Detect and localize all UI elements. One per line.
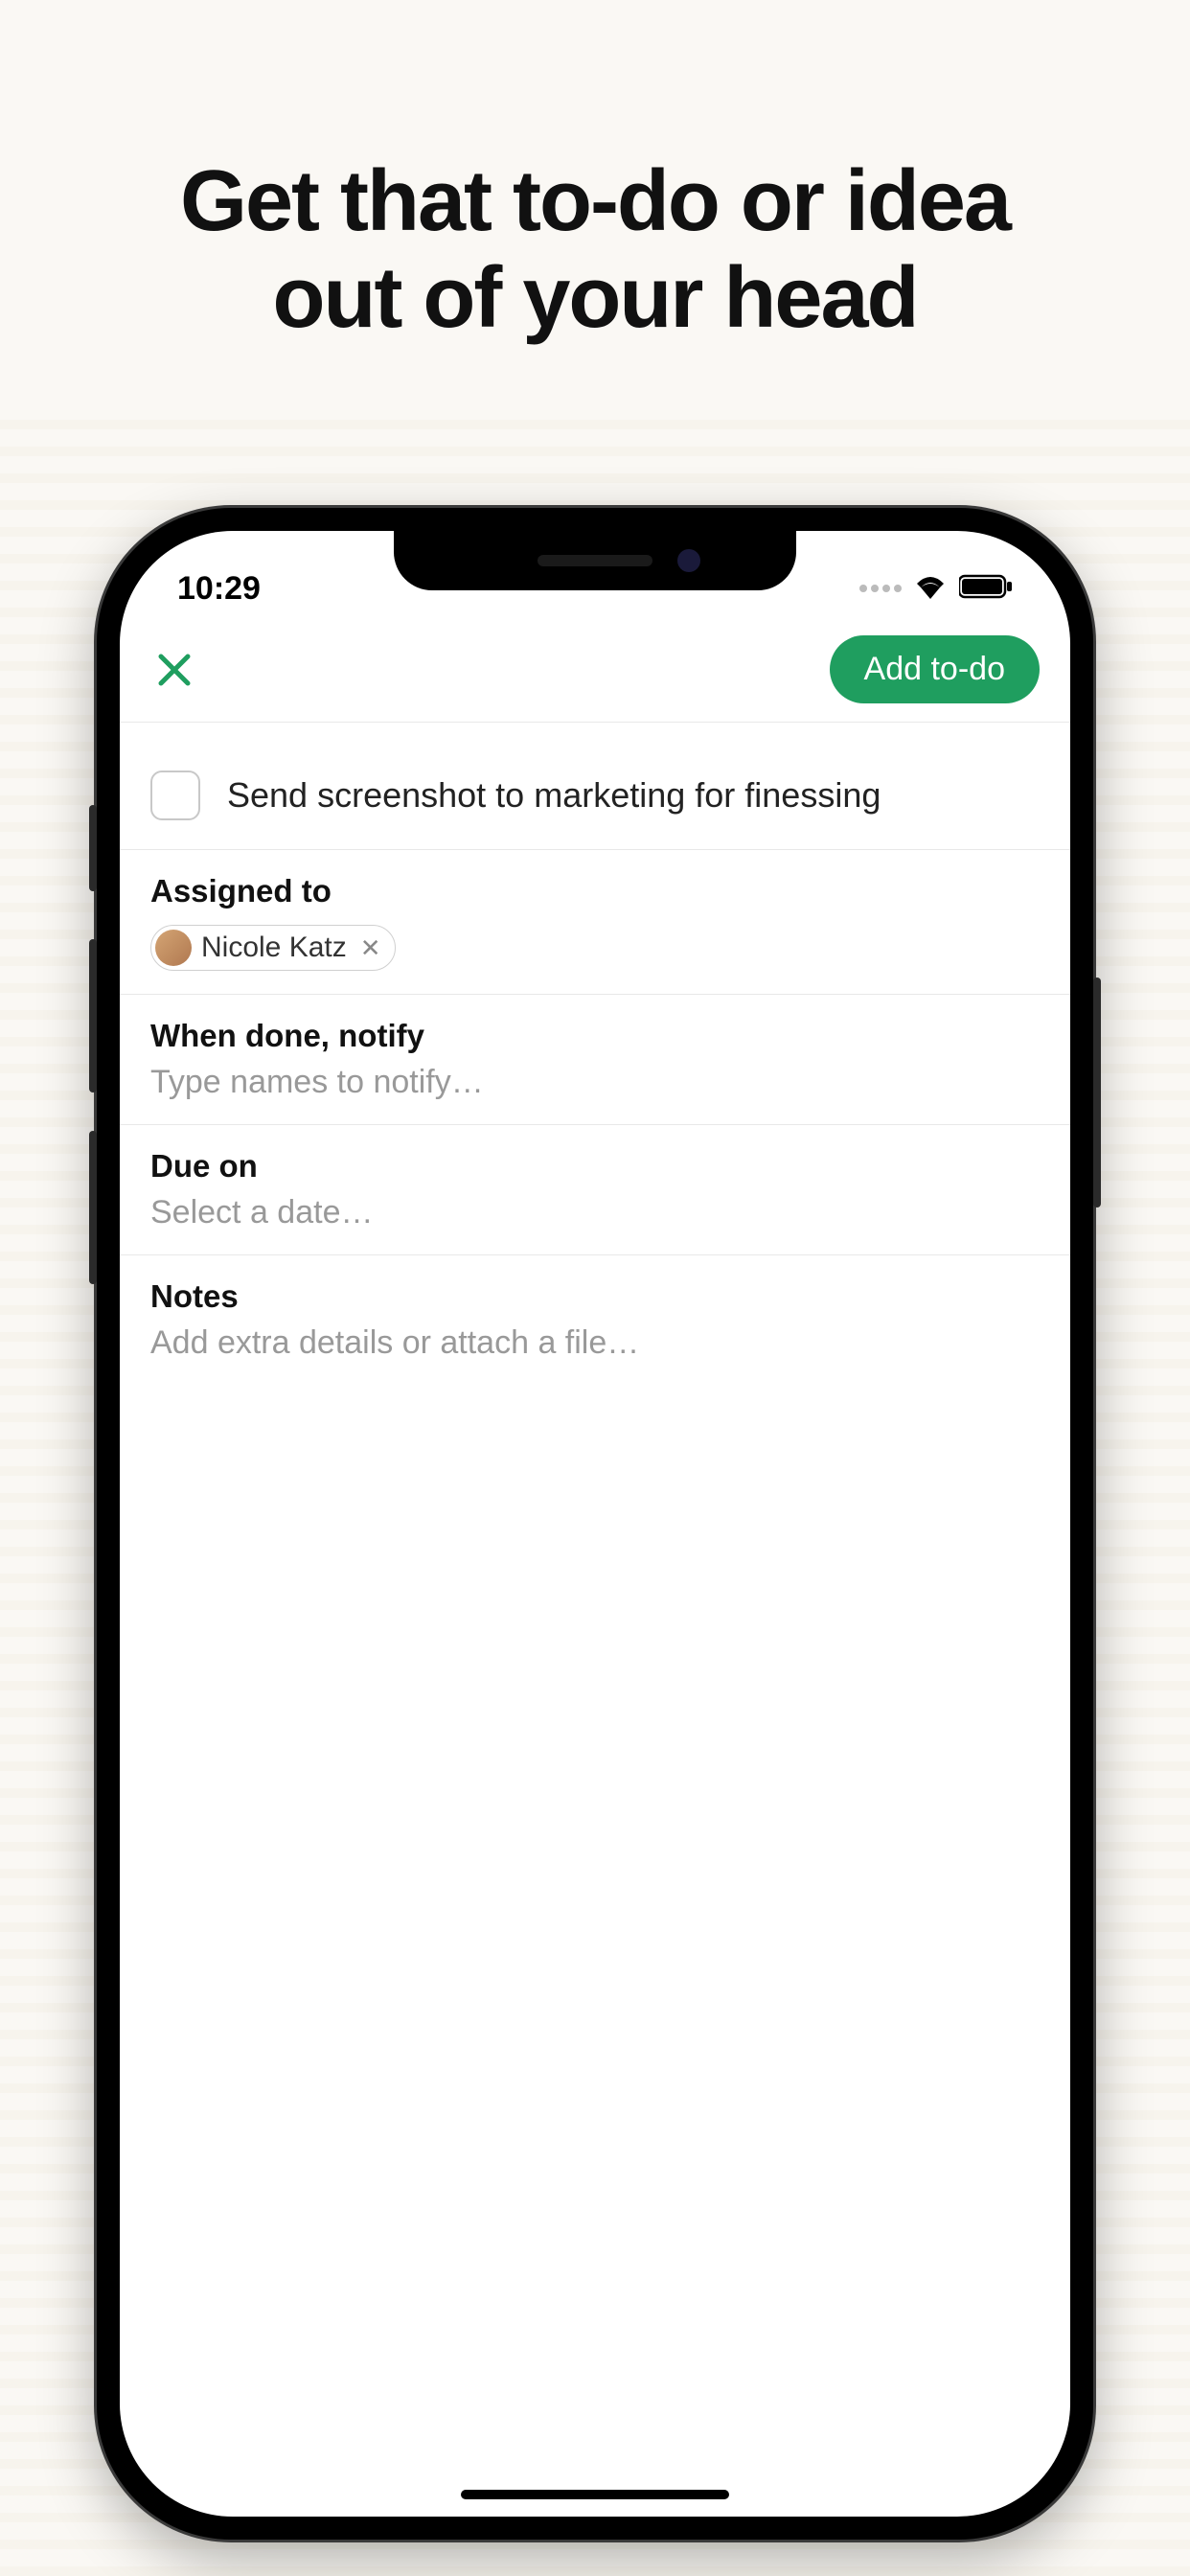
wifi-icon xyxy=(913,570,948,608)
phone-notch xyxy=(394,531,796,590)
notify-input[interactable]: Type names to notify… xyxy=(150,1064,1040,1101)
due-on-section[interactable]: Due on Select a date… xyxy=(120,1125,1070,1255)
notch-speaker xyxy=(538,555,652,566)
phone-side-button xyxy=(89,1131,97,1284)
close-icon xyxy=(155,651,194,689)
notch-camera xyxy=(677,549,700,572)
close-button[interactable] xyxy=(150,646,198,694)
assigned-to-label: Assigned to xyxy=(150,873,1040,909)
avatar xyxy=(155,930,192,966)
add-todo-button[interactable]: Add to-do xyxy=(830,635,1040,703)
remove-assignee-icon[interactable]: ✕ xyxy=(356,933,381,963)
status-time: 10:29 xyxy=(177,570,261,608)
battery-icon xyxy=(959,570,1013,608)
status-right xyxy=(859,570,1013,608)
headline-line-1: Get that to-do or idea xyxy=(180,153,1010,249)
notes-label: Notes xyxy=(150,1278,1040,1315)
phone-side-button xyxy=(1093,978,1101,1208)
assigned-to-section: Assigned to Nicole Katz ✕ xyxy=(120,850,1070,995)
due-on-input[interactable]: Select a date… xyxy=(150,1194,1040,1231)
assignee-chip[interactable]: Nicole Katz ✕ xyxy=(150,925,396,971)
phone-frame: 10:29 xyxy=(97,508,1093,2540)
notify-label: When done, notify xyxy=(150,1018,1040,1054)
phone-side-button xyxy=(89,805,97,891)
phone-screen: 10:29 xyxy=(120,531,1070,2517)
cellular-signal-icon xyxy=(859,585,902,592)
notes-section[interactable]: Notes Add extra details or attach a file… xyxy=(120,1255,1070,1385)
home-indicator[interactable] xyxy=(461,2490,729,2499)
notify-section[interactable]: When done, notify Type names to notify… xyxy=(120,995,1070,1125)
marketing-headline: Get that to-do or idea out of your head xyxy=(0,0,1190,347)
due-on-label: Due on xyxy=(150,1148,1040,1184)
nav-bar: Add to-do xyxy=(120,617,1070,723)
assignee-name: Nicole Katz xyxy=(201,932,347,964)
todo-checkbox[interactable] xyxy=(150,770,200,820)
notes-input[interactable]: Add extra details or attach a file… xyxy=(150,1324,1040,1362)
todo-title-input[interactable]: Send screenshot to marketing for finessi… xyxy=(227,775,881,816)
phone-side-button xyxy=(89,939,97,1092)
headline-line-2: out of your head xyxy=(273,250,918,346)
todo-title-section: Send screenshot to marketing for finessi… xyxy=(120,723,1070,850)
